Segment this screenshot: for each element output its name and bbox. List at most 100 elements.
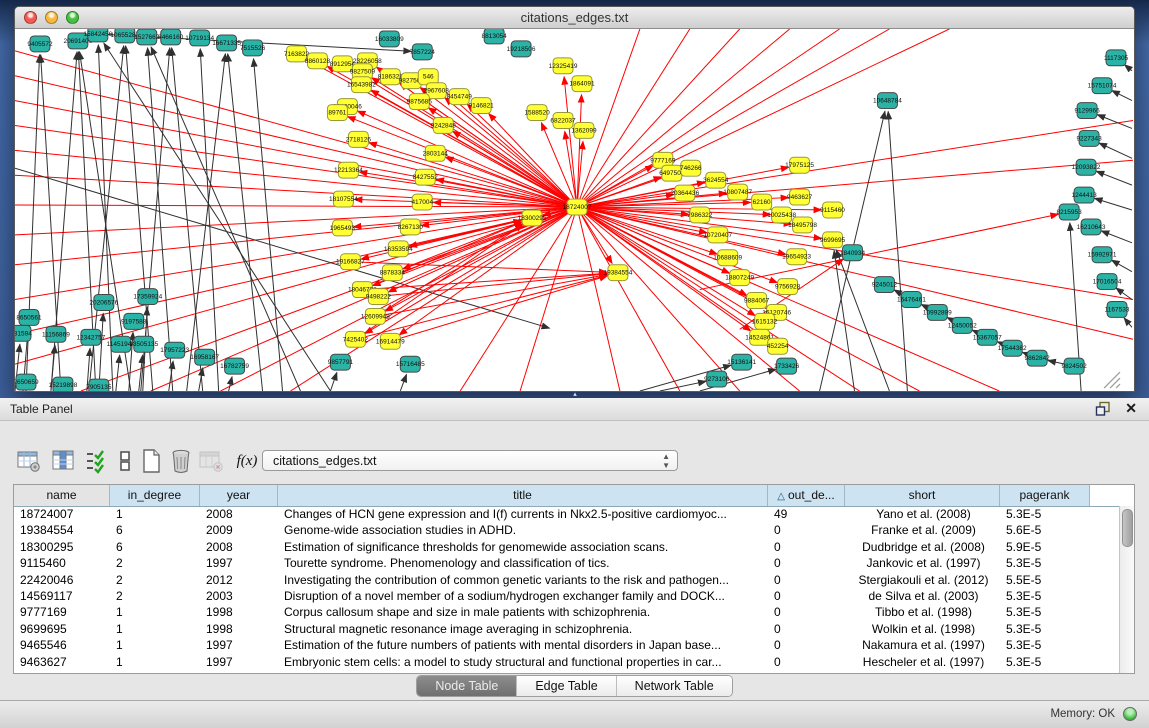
graph-node[interactable]: 7515526 [240,40,266,56]
graph-node[interactable]: 17016504 [1093,274,1122,290]
graph-node[interactable]: 16671335 [212,35,241,51]
table-row[interactable]: 1938455462009Genome-wide association stu… [14,522,1120,538]
resize-grip-icon[interactable] [1104,372,1120,388]
graph-node[interactable]: 7905135 [86,379,112,391]
graph-node[interactable]: 8215953 [1056,204,1082,220]
select-all-rows-button[interactable] [84,448,110,474]
tab-node-table[interactable]: Node Table [417,676,517,696]
graph-node[interactable]: 1615132 [752,313,778,329]
graph-node[interactable]: 2803144 [423,145,449,161]
graph-node[interactable]: 9245012 [872,277,898,293]
graph-node[interactable]: 7857224 [410,44,436,60]
graph-node[interactable]: 15716485 [396,356,425,372]
graph-node[interactable]: 8878334 [380,265,406,281]
graph-node[interactable]: 19384554 [604,265,633,281]
graph-node[interactable]: 9197588 [121,313,147,329]
graph-node[interactable]: 9875685 [407,94,433,110]
delete-column-button[interactable] [168,448,194,474]
graph-node[interactable]: 9463627 [787,189,813,205]
graph-node[interactable]: 1117305 [1104,50,1129,66]
graph-node[interactable]: 2718126 [346,131,372,147]
table-row[interactable]: 969969511998Structural magnetic resonanc… [14,621,1120,637]
graph-node[interactable]: 18495798 [788,217,817,233]
graph-node[interactable]: 1864091 [569,76,595,92]
graph-node[interactable]: 6822037 [550,113,576,129]
graph-node[interactable]: 9273106 [704,371,730,387]
graph-node[interactable]: 452254 [767,338,789,354]
network-graph[interactable]: 7163822886012889129542322605898275091654… [15,29,1134,391]
graph-node[interactable]: 13505135 [129,336,158,352]
graph-node[interactable]: 19654923 [782,249,811,265]
unselect-all-rows-button[interactable] [112,448,138,474]
graph-node[interactable]: 9824502 [1061,358,1087,374]
graph-node[interactable]: 10807487 [723,184,752,200]
graph-node[interactable]: 9242848 [431,118,457,134]
graph-node[interactable]: 8860128 [305,53,331,69]
graph-node[interactable]: 18107554 [329,191,358,207]
graph-node[interactable]: 15136141 [727,354,756,370]
graph-node[interactable]: 15367057 [973,329,1002,345]
graph-node[interactable]: 1362099 [571,122,597,138]
graph-node[interactable]: 9862842 [1025,350,1051,366]
table-row[interactable]: 911546021997Tourette syndrome. Phenomeno… [14,555,1120,571]
memory-status-indicator[interactable] [1123,707,1137,721]
graph-node[interactable]: 7986322 [687,207,713,223]
graph-node[interactable]: 9857791 [328,354,354,370]
graph-node[interactable]: 12450052 [948,317,977,333]
table-row[interactable]: 946362711997Embryonic stem cells: a mode… [14,654,1120,670]
graph-node[interactable]: 9146821 [469,98,495,114]
graph-node[interactable]: 9405572 [27,36,53,52]
table-row[interactable]: 1872400712008Changes of HCN gene express… [14,506,1120,522]
table-row[interactable]: 946554611997Estimation of the future num… [14,637,1120,653]
graph-node[interactable]: 1527662 [134,29,160,45]
column-header-year[interactable]: year [200,485,278,506]
graph-node[interactable]: 17957223 [160,342,189,358]
column-header-pagerank[interactable]: pagerank [1000,485,1090,506]
table-row[interactable]: 977716911998Corpus callosum shape and si… [14,604,1120,620]
graph-node[interactable]: 16782759 [220,358,249,374]
graph-node[interactable]: 12325419 [549,58,578,74]
graph-node[interactable]: 9756928 [775,279,801,295]
graph-node[interactable]: 417004 [411,194,433,210]
tab-edge-table[interactable]: Edge Table [517,676,616,696]
graph-node[interactable]: 9227343 [1076,130,1102,146]
graph-node[interactable]: 62160 [752,194,772,210]
graph-node[interactable]: 1965493 [330,220,356,236]
graph-node[interactable]: 89761 [327,105,347,121]
graph-node[interactable]: 9115460 [820,202,845,218]
delete-table-button[interactable] [198,448,224,474]
graph-node[interactable]: 16210643 [1077,219,1106,235]
graph-node[interactable]: 9498222 [366,289,392,305]
graph-node[interactable]: 331594 [15,325,32,341]
graph-node[interactable]: 1733426 [774,358,800,374]
graph-node[interactable]: 2650659 [15,374,39,390]
graph-node[interactable]: 16033809 [375,31,404,47]
graph-node[interactable]: 3624554 [703,172,729,188]
column-header-title[interactable]: title [278,485,768,506]
graph-node[interactable]: 19218506 [507,41,536,57]
graph-node[interactable]: 9884067 [744,293,770,309]
window-titlebar[interactable]: citations_edges.txt [15,7,1134,29]
graph-node[interactable]: 16914479 [376,333,405,349]
graph-node[interactable]: 12093822 [1072,159,1101,175]
graph-node[interactable]: 8466160 [158,29,184,45]
column-header-short[interactable]: short [845,485,1000,506]
graph-node[interactable]: 1840934 [840,245,866,261]
table-row[interactable]: 2242004622012Investigating the contribut… [14,572,1120,588]
graph-node[interactable]: 1244413 [1071,187,1097,203]
column-header-in_degree[interactable]: in_degree [110,485,200,506]
new-column-button[interactable] [138,448,164,474]
graph-node[interactable]: 8813054 [482,29,508,44]
show-column-button[interactable] [50,448,76,474]
table-vertical-scrollbar[interactable] [1119,506,1134,673]
float-panel-icon[interactable] [1095,401,1111,417]
column-header-name[interactable]: name [14,485,110,506]
graph-node[interactable]: 1588520 [524,105,550,121]
graph-node[interactable]: 15219898 [48,377,77,391]
graph-node[interactable]: 7425402 [343,331,369,347]
table-row[interactable]: 1456911722003Disruption of a novel membe… [14,588,1120,604]
graph-node[interactable]: 20364436 [670,185,699,201]
network-canvas[interactable]: 7163822886012889129542322605898275091654… [15,29,1134,391]
column-header-out_de[interactable]: △out_de... [768,485,845,506]
graph-node[interactable]: 11156869 [42,326,70,342]
